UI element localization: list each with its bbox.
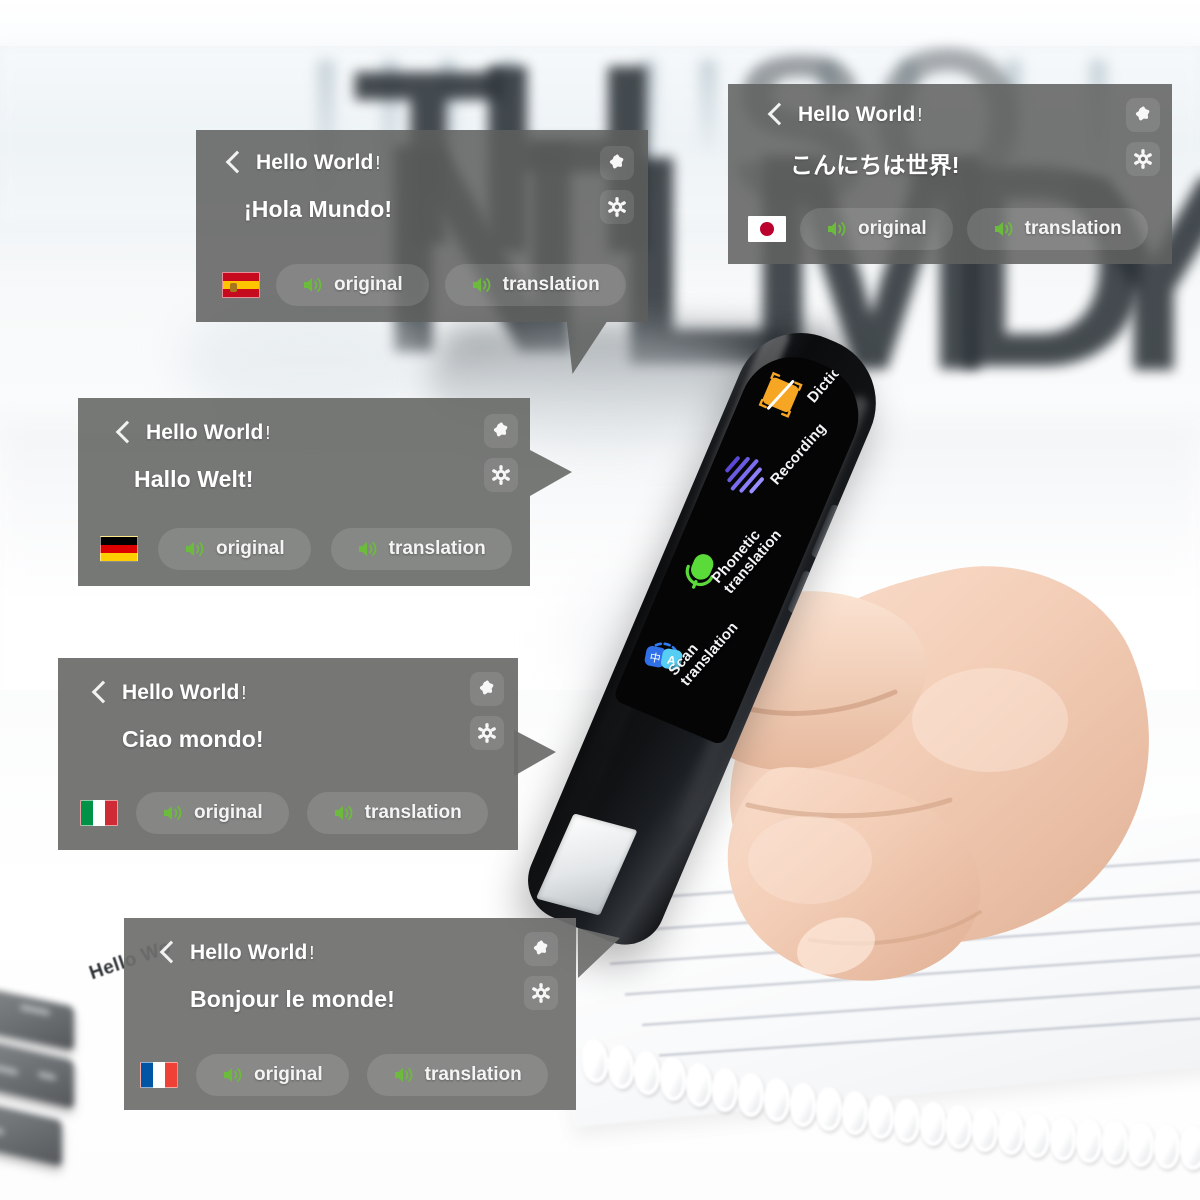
play-translation-button[interactable]: translation: [366, 1054, 548, 1096]
play-translation-label: translation: [364, 802, 462, 823]
speaker-icon: [302, 275, 324, 295]
flag-france: [140, 1062, 178, 1088]
translation-card-french: Hello World! Bonjour le monde! original …: [124, 918, 620, 1110]
card-actions: original translation: [222, 264, 626, 306]
card-side-buttons: [470, 672, 504, 750]
chevron-left-icon[interactable]: [226, 150, 242, 176]
play-original-button[interactable]: original: [158, 528, 311, 570]
play-original-button[interactable]: original: [136, 792, 289, 834]
card-side-buttons: [600, 146, 634, 224]
screenshot-stage: T H N L M D Y S O: [0, 0, 1200, 1200]
gear-icon[interactable]: [1126, 142, 1160, 176]
gear-icon[interactable]: [600, 190, 634, 224]
card-actions: original translation: [748, 208, 1148, 250]
play-original-button[interactable]: original: [800, 208, 953, 250]
play-translation-button[interactable]: translation: [306, 792, 488, 834]
card-header: Hello World!: [92, 680, 247, 706]
play-translation-label: translation: [388, 538, 486, 559]
chevron-left-icon[interactable]: [160, 940, 176, 966]
translation-card-japanese: Hello World! こんにちは世界! original translati…: [728, 84, 1172, 264]
play-translation-button[interactable]: translation: [330, 528, 512, 570]
card-translated-text: Bonjour le monde!: [190, 986, 395, 1012]
speaker-icon: [993, 219, 1015, 239]
chevron-left-icon[interactable]: [768, 102, 784, 128]
card-tail: [514, 730, 556, 776]
star-icon[interactable]: [524, 932, 558, 966]
speaker-icon: [393, 1065, 415, 1085]
card-side-buttons: [524, 932, 558, 1010]
chevron-left-icon[interactable]: [116, 420, 132, 446]
star-icon[interactable]: [470, 672, 504, 706]
play-translation-label: translation: [1024, 218, 1122, 239]
translation-card-spanish: Hello World! ¡Hola Mundo! original trans…: [196, 130, 648, 322]
play-original-label: original: [334, 274, 403, 295]
speaker-icon: [357, 539, 379, 559]
menu-item-dictionary[interactable]: [750, 366, 810, 428]
translation-card-italian: Hello World! Ciao mondo! original transl…: [58, 658, 556, 850]
star-icon[interactable]: [600, 146, 634, 180]
card-actions: original translation: [100, 528, 512, 570]
card-source-text: Hello World!: [122, 681, 247, 704]
card-source-text: Hello World!: [798, 103, 923, 126]
card-source-text: Hello World!: [190, 941, 315, 964]
gear-icon[interactable]: [524, 976, 558, 1010]
scanner-pen: Dictionary Recording Phonetic translatio…: [515, 300, 1200, 1060]
star-icon[interactable]: [484, 414, 518, 448]
card-tail: [530, 450, 572, 496]
waveform-icon: [714, 446, 775, 509]
play-translation-button[interactable]: translation: [444, 264, 626, 306]
gear-icon[interactable]: [484, 458, 518, 492]
card-translated-text: Ciao mondo!: [122, 726, 264, 752]
star-icon[interactable]: [1126, 98, 1160, 132]
card-translated-text: Hallo Welt!: [134, 466, 254, 492]
card-source-text: Hello World!: [256, 151, 381, 174]
flag-spain: [222, 272, 260, 298]
play-translation-label: translation: [502, 274, 600, 295]
flag-italy: [80, 800, 118, 826]
play-original-label: original: [254, 1064, 323, 1085]
pen-scan-tip: [535, 813, 638, 916]
speaker-icon: [471, 275, 493, 295]
play-original-label: original: [194, 802, 263, 823]
flag-japan: [748, 216, 786, 242]
card-header: Hello World!: [768, 102, 923, 128]
play-original-label: original: [858, 218, 927, 239]
speaker-icon: [826, 219, 848, 239]
card-translated-text: こんにちは世界!: [790, 152, 960, 178]
card-header: Hello World!: [226, 150, 381, 176]
play-translation-label: translation: [424, 1064, 522, 1085]
speaker-icon: [333, 803, 355, 823]
card-translated-text: ¡Hola Mundo!: [244, 196, 393, 222]
card-side-buttons: [484, 414, 518, 492]
card-tail: [578, 928, 620, 978]
play-original-label: original: [216, 538, 285, 559]
card-actions: original translation: [140, 1054, 548, 1096]
speaker-icon: [184, 539, 206, 559]
menu-item-recording[interactable]: [714, 446, 775, 509]
card-side-buttons: [1126, 98, 1160, 176]
dictionary-icon: [750, 366, 810, 428]
speaker-icon: [222, 1065, 244, 1085]
card-source-text: Hello World!: [146, 421, 271, 444]
flag-germany: [100, 536, 138, 562]
play-original-button[interactable]: original: [276, 264, 429, 306]
menu-label-recording: Recording: [767, 419, 830, 489]
play-original-button[interactable]: original: [196, 1054, 349, 1096]
chevron-left-icon[interactable]: [92, 680, 108, 706]
card-header: Hello World!: [116, 420, 271, 446]
play-translation-button[interactable]: translation: [966, 208, 1148, 250]
translation-card-german: Hello World! Hallo Welt! original transl…: [78, 398, 572, 586]
speaker-icon: [162, 803, 184, 823]
card-actions: original translation: [80, 792, 488, 834]
gear-icon[interactable]: [470, 716, 504, 750]
card-header: Hello World!: [160, 940, 315, 966]
